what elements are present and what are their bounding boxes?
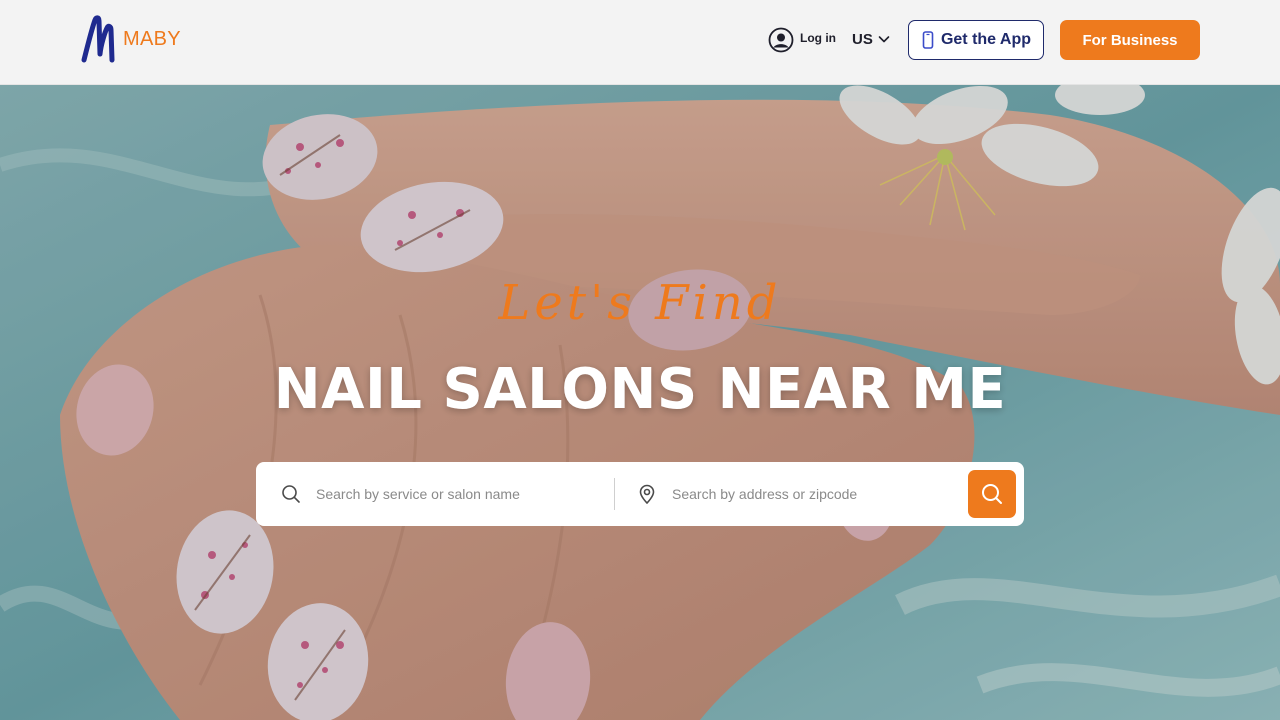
service-search-group (280, 462, 610, 526)
site-header: MABY Log in US Get the App For Business (0, 0, 1280, 85)
service-search-input[interactable] (316, 486, 586, 502)
location-search-input[interactable] (672, 486, 932, 502)
login-link[interactable]: Log in (768, 26, 836, 54)
search-divider (614, 478, 615, 510)
region-selector[interactable]: US (852, 28, 891, 50)
for-business-button[interactable]: For Business (1060, 20, 1200, 60)
get-the-app-button[interactable]: Get the App (908, 20, 1044, 60)
logo-text: MABY (123, 27, 181, 50)
get-the-app-label: Get the App (940, 31, 1032, 48)
search-icon (982, 484, 1002, 504)
for-business-label: For Business (1082, 31, 1178, 49)
hero-tagline: Let's Find (498, 275, 782, 331)
login-label: Log in (800, 31, 836, 45)
salon-search-bar (256, 462, 1024, 526)
hero-section: Let's Find NAIL SALONS NEAR ME (0, 85, 1280, 720)
hero-headline: NAIL SALONS NEAR ME (273, 357, 1007, 422)
chevron-down-icon (878, 36, 890, 43)
maby-logo[interactable]: MABY (78, 14, 181, 64)
maby-logo-icon (81, 15, 115, 63)
region-label: US (852, 30, 873, 48)
map-pin-icon (639, 484, 655, 504)
smartphone-icon (922, 31, 934, 49)
search-icon (282, 485, 300, 503)
search-submit-button[interactable] (968, 470, 1016, 518)
user-circle-icon (768, 27, 794, 53)
location-search-group (636, 462, 956, 526)
